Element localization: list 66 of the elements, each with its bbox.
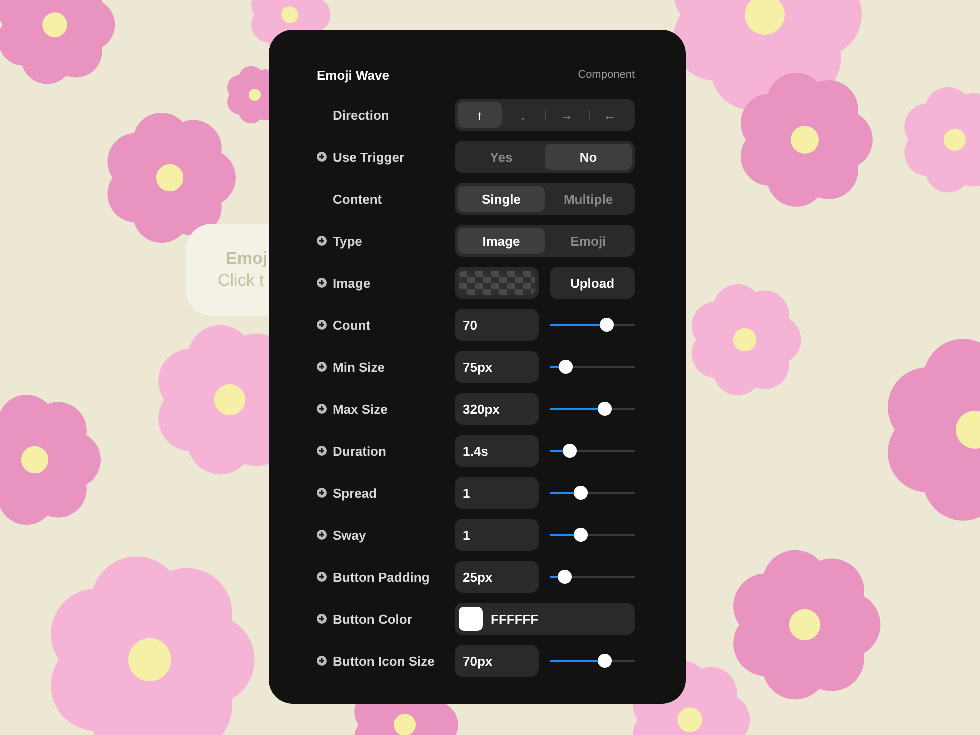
setting-label: Min Size [333, 360, 386, 374]
slider[interactable] [550, 360, 635, 374]
panel-title: Emoji Wave [317, 68, 390, 82]
slider[interactable] [550, 444, 635, 458]
input-field[interactable]: 70px [455, 645, 539, 677]
plus-circle-icon[interactable] [317, 320, 327, 330]
setting-label: Use Trigger [333, 150, 405, 164]
input-field[interactable]: 25px [455, 561, 539, 593]
plus-circle-icon[interactable] [317, 530, 327, 540]
slider[interactable] [550, 654, 635, 668]
slider-thumb[interactable] [563, 444, 578, 458]
plus-circle-icon[interactable] [317, 656, 327, 666]
card-subtitle: Click t [218, 270, 264, 292]
slider[interactable] [550, 402, 635, 416]
slider-thumb[interactable] [574, 486, 588, 500]
slider-thumb[interactable] [558, 570, 572, 584]
setting-label: Direction [333, 108, 390, 122]
slider[interactable] [550, 318, 635, 332]
plus-circle-icon[interactable] [317, 614, 327, 624]
segment-option[interactable]: Yes [458, 144, 545, 170]
plus-circle-icon[interactable] [317, 488, 327, 498]
setting-label: Sway [333, 528, 366, 542]
segment-option[interactable]: No [545, 144, 632, 170]
slider-thumb[interactable] [598, 654, 612, 668]
plus-circle-icon[interactable] [317, 572, 327, 582]
slider-thumb[interactable] [600, 318, 614, 332]
upload-button[interactable]: Upload [550, 267, 635, 299]
slider[interactable] [550, 528, 635, 542]
setting-label: Image [333, 276, 371, 290]
plus-circle-icon[interactable] [317, 362, 327, 372]
setting-label: Spread [333, 486, 378, 500]
segment-option[interactable]: ↑ [458, 102, 502, 128]
input-field[interactable]: 1 [455, 477, 539, 509]
segment-option[interactable]: Multiple [545, 186, 632, 212]
segment-option[interactable]: Emoji [545, 228, 632, 254]
plus-circle-icon[interactable] [317, 278, 327, 288]
setting-label: Button Padding [333, 570, 430, 584]
input-field[interactable]: 75px [455, 351, 539, 383]
segment-option[interactable]: Single [458, 186, 545, 212]
plus-circle-icon[interactable] [317, 236, 327, 246]
component-label: Component [578, 69, 635, 81]
color-value: FFFFFF [491, 612, 539, 626]
input-field[interactable]: 70 [455, 309, 539, 341]
input-field[interactable]: 1 [455, 519, 539, 551]
card-title: Emoj [226, 248, 268, 270]
setting-label: Type [333, 234, 362, 248]
slider-thumb[interactable] [598, 402, 612, 416]
setting-label: Duration [333, 444, 386, 458]
slider[interactable] [550, 486, 635, 500]
color-swatch [459, 607, 483, 631]
setting-label: Button Color [333, 612, 412, 626]
setting-label: Max Size [333, 402, 388, 416]
plus-circle-icon[interactable] [317, 152, 327, 162]
segment-option[interactable]: ↓ [502, 102, 545, 128]
color-field[interactable]: FFFFFF [455, 603, 635, 635]
plus-circle-icon[interactable] [317, 404, 327, 414]
plus-circle-icon[interactable] [317, 446, 327, 456]
setting-label: Button Icon Size [333, 654, 435, 668]
input-field[interactable]: 320px [455, 393, 539, 425]
segment-option[interactable]: Image [458, 228, 545, 254]
setting-label: Content [333, 192, 382, 206]
slider-thumb[interactable] [559, 360, 574, 374]
input-field[interactable]: 1.4s [455, 435, 539, 467]
setting-label: Count [333, 318, 371, 332]
slider[interactable] [550, 570, 635, 584]
slider-thumb[interactable] [574, 528, 588, 542]
